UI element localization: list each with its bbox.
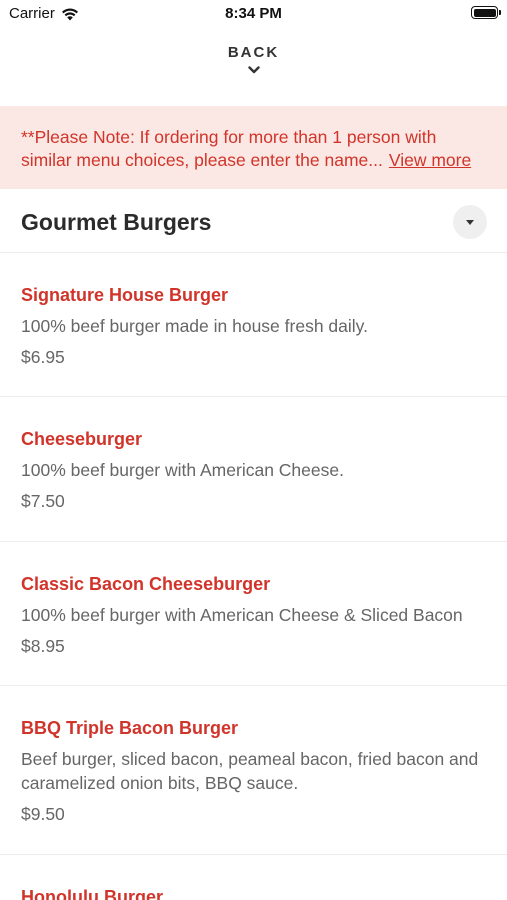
battery-icon — [471, 6, 501, 19]
item-price: $7.50 — [21, 491, 65, 511]
item-name[interactable]: Signature House Burger — [21, 283, 486, 307]
item-description: 100% beef burger made in house fresh dai… — [21, 316, 368, 336]
clock: 8:34 PM — [225, 5, 282, 22]
menu-item[interactable]: Signature House Burger 100% beef burger … — [0, 253, 507, 397]
menu-item-list: Signature House Burger 100% beef burger … — [0, 253, 507, 900]
caret-down-icon — [466, 219, 474, 225]
chevron-down-icon[interactable] — [247, 63, 261, 77]
item-name[interactable]: BBQ Triple Bacon Burger — [21, 716, 486, 740]
item-name[interactable]: Honolulu Burger — [21, 885, 486, 900]
back-button[interactable]: BACK — [0, 44, 507, 82]
item-description: 100% beef burger with American Cheese. — [21, 460, 344, 480]
item-name[interactable]: Classic Bacon Cheeseburger — [21, 572, 486, 596]
category-header[interactable]: Gourmet Burgers — [0, 190, 507, 253]
item-price: $6.95 — [21, 347, 65, 367]
item-description: Beef burger, sliced bacon, peameal bacon… — [21, 749, 479, 793]
item-name[interactable]: Cheeseburger — [21, 427, 486, 451]
notice-text: **Please Note: If ordering for more than… — [21, 126, 487, 172]
notice-message: **Please Note: If ordering for more than… — [21, 127, 437, 170]
item-price: $9.50 — [21, 804, 65, 824]
order-notice: **Please Note: If ordering for more than… — [0, 106, 507, 189]
status-bar: Carrier 8:34 PM — [0, 0, 507, 28]
menu-item[interactable]: BBQ Triple Bacon Burger Beef burger, sli… — [0, 686, 507, 855]
category-title: Gourmet Burgers — [21, 209, 212, 235]
view-more-link[interactable]: View more — [389, 150, 471, 170]
menu-item[interactable]: Honolulu Burger — [0, 855, 507, 900]
menu-item[interactable]: Classic Bacon Cheeseburger 100% beef bur… — [0, 542, 507, 686]
category-toggle-button[interactable] — [453, 205, 487, 239]
item-price: $8.95 — [21, 636, 65, 656]
menu-item[interactable]: Cheeseburger 100% beef burger with Ameri… — [0, 397, 507, 542]
back-label[interactable]: BACK — [0, 44, 507, 61]
item-description: 100% beef burger with American Cheese & … — [21, 605, 463, 625]
